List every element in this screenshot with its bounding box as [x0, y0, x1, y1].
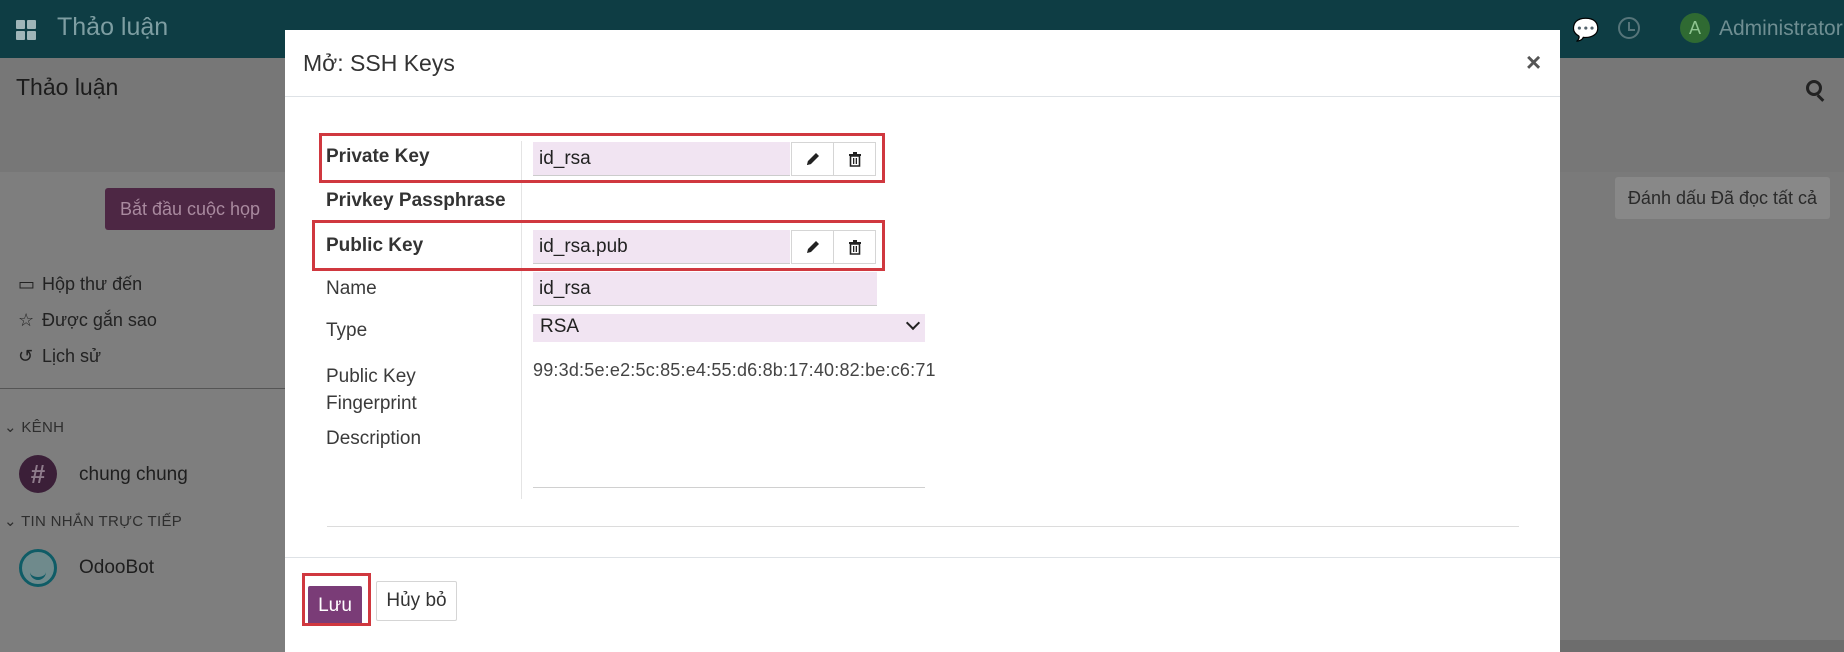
page-title: Thảo luận	[16, 74, 119, 100]
dialog-title: Mở: SSH Keys	[303, 50, 455, 76]
fingerprint-value: 99:3d:5e:e2:5c:85:e4:55:d6:8b:17:40:82:b…	[533, 360, 936, 380]
fingerprint-label: Public Key Fingerprint	[326, 366, 417, 414]
highlight-public-key	[312, 220, 885, 271]
description-textarea[interactable]	[533, 414, 925, 488]
apps-menu-icon[interactable]	[16, 20, 36, 40]
highlight-save-button	[302, 573, 371, 626]
footer-divider	[285, 557, 1560, 558]
description-label: Description	[326, 428, 422, 449]
star-icon: ☆	[18, 310, 35, 330]
cancel-button[interactable]: Hủy bỏ	[376, 581, 457, 621]
sidebar-divider	[0, 388, 290, 389]
name-input[interactable]: id_rsa	[533, 272, 877, 306]
inbox-icon: ▭	[18, 274, 36, 294]
type-label: Type	[326, 320, 368, 341]
dialog-header: Mở: SSH Keys ×	[285, 30, 1560, 97]
ssh-keys-dialog: Mở: SSH Keys × Private Key id_rsa Privke…	[285, 30, 1560, 652]
sidebar-item-label: Hộp thư đến	[42, 274, 143, 294]
form-column-divider	[521, 141, 522, 499]
app-title: Thảo luận	[57, 13, 169, 41]
channels-heading[interactable]: ⌄ KÊNH	[4, 418, 64, 436]
form-bottom-divider	[327, 526, 1519, 527]
name-label: Name	[326, 278, 377, 299]
privkey-passphrase-label: Privkey Passphrase	[326, 190, 506, 211]
sidebar-item-label: Lịch sử	[42, 346, 102, 366]
history-icon: ↺	[18, 346, 34, 366]
sidebar-item-starred[interactable]: ☆ Được gắn sao	[18, 310, 157, 331]
chevron-down-icon	[905, 315, 921, 331]
start-meeting-button[interactable]: Bắt đầu cuộc họp	[105, 188, 275, 230]
chat-icon[interactable]: 💬	[1572, 17, 1599, 43]
direct-messages-heading[interactable]: ⌄ TIN NHẮN TRỰC TIẾP	[4, 512, 182, 530]
hashtag-icon: #	[19, 455, 57, 493]
odoobot-avatar-icon	[19, 549, 57, 587]
user-avatar[interactable]: A	[1680, 13, 1710, 43]
type-selected-value: RSA	[540, 316, 580, 337]
close-icon[interactable]: ×	[1526, 47, 1541, 78]
highlight-private-key	[319, 133, 885, 183]
type-select[interactable]: RSA	[533, 314, 925, 342]
mark-all-read-button[interactable]: Đánh dấu Đã đọc tất cả	[1615, 177, 1830, 219]
search-icon[interactable]	[1806, 80, 1822, 96]
sidebar-item-inbox[interactable]: ▭ Hộp thư đến	[18, 274, 142, 295]
channel-item[interactable]: chung chung	[79, 464, 188, 486]
user-name[interactable]: Administrator	[1719, 17, 1843, 41]
direct-message-item[interactable]: OdooBot	[79, 557, 154, 579]
sidebar-item-label: Được gắn sao	[42, 310, 157, 330]
sidebar-item-history[interactable]: ↺ Lịch sử	[18, 346, 101, 367]
activity-clock-icon[interactable]	[1618, 17, 1640, 39]
